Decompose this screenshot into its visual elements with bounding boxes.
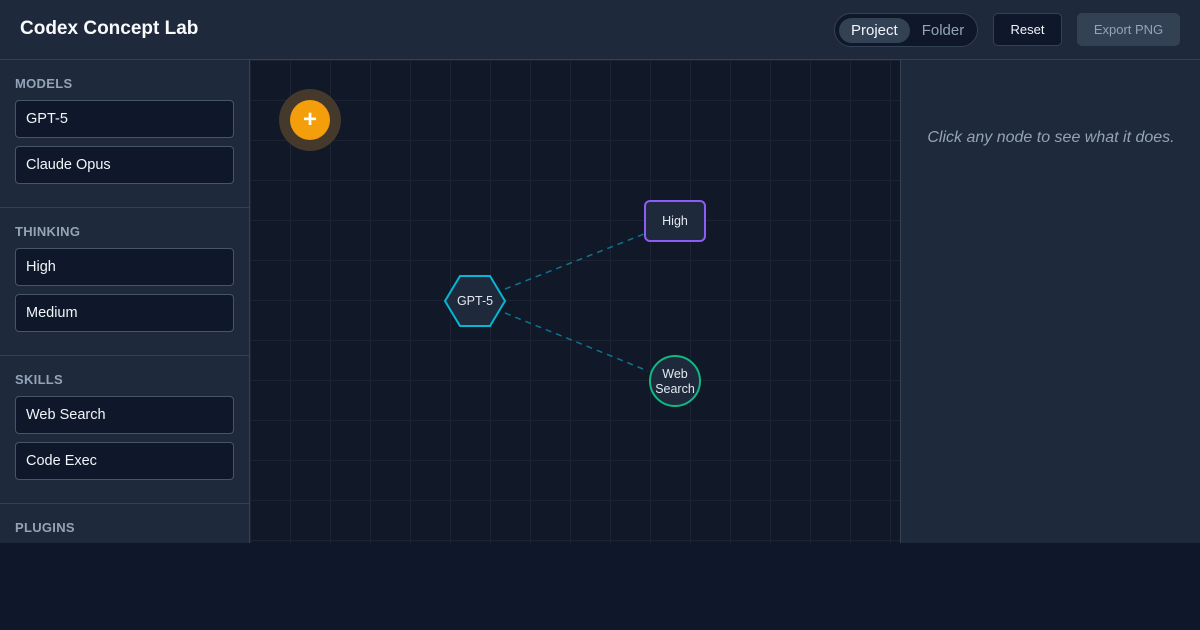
node-high[interactable]: High — [645, 214, 705, 228]
section-title-plugins: PLUGINS — [15, 520, 75, 535]
reset-button[interactable]: Reset — [993, 13, 1062, 46]
section-plugins: PLUGINS — [0, 504, 249, 543]
palette-item-web-search[interactable]: Web Search — [15, 396, 234, 434]
page-background — [0, 543, 1200, 630]
section-title-thinking: THINKING — [15, 224, 81, 239]
sidebar: MODELS GPT-5 Claude Opus THINKING High M… — [0, 60, 250, 543]
node-canvas[interactable]: + GPT-5 High Web Search — [250, 60, 900, 543]
palette-item-gpt5[interactable]: GPT-5 — [15, 100, 234, 138]
app-title: Codex Concept Lab — [20, 18, 199, 39]
section-thinking: THINKING High Medium — [0, 208, 249, 356]
section-title-skills: SKILLS — [15, 372, 64, 387]
edge-gpt5-web-search — [504, 312, 649, 372]
palette-item-claude-opus[interactable]: Claude Opus — [15, 146, 234, 184]
details-panel: Click any node to see what it does. — [900, 60, 1200, 543]
node-gpt5[interactable]: GPT-5 — [445, 294, 505, 308]
palette-item-medium[interactable]: Medium — [15, 294, 234, 332]
add-node-button[interactable]: + — [290, 100, 330, 140]
node-web-search[interactable]: Web Search — [645, 367, 705, 397]
mode-toggle[interactable]: Project Folder — [834, 13, 978, 47]
palette-item-code-exec[interactable]: Code Exec — [15, 442, 234, 480]
section-models: MODELS GPT-5 Claude Opus — [0, 60, 249, 208]
palette-item-high[interactable]: High — [15, 248, 234, 286]
section-skills: SKILLS Web Search Code Exec — [0, 356, 249, 504]
node-web-search-line-2: Search — [655, 382, 695, 396]
edge-gpt5-high — [504, 233, 645, 290]
export-png-button[interactable]: Export PNG — [1077, 13, 1180, 46]
details-hint: Click any node to see what it does. — [927, 129, 1175, 146]
section-title-models: MODELS — [15, 76, 73, 91]
graph-edges — [443, 200, 706, 407]
mode-option-project[interactable]: Project — [839, 17, 910, 43]
app-header: Codex Concept Lab Project Folder Reset E… — [0, 0, 1200, 60]
mode-option-folder[interactable]: Folder — [910, 18, 977, 43]
node-web-search-line-1: Web — [662, 367, 688, 381]
